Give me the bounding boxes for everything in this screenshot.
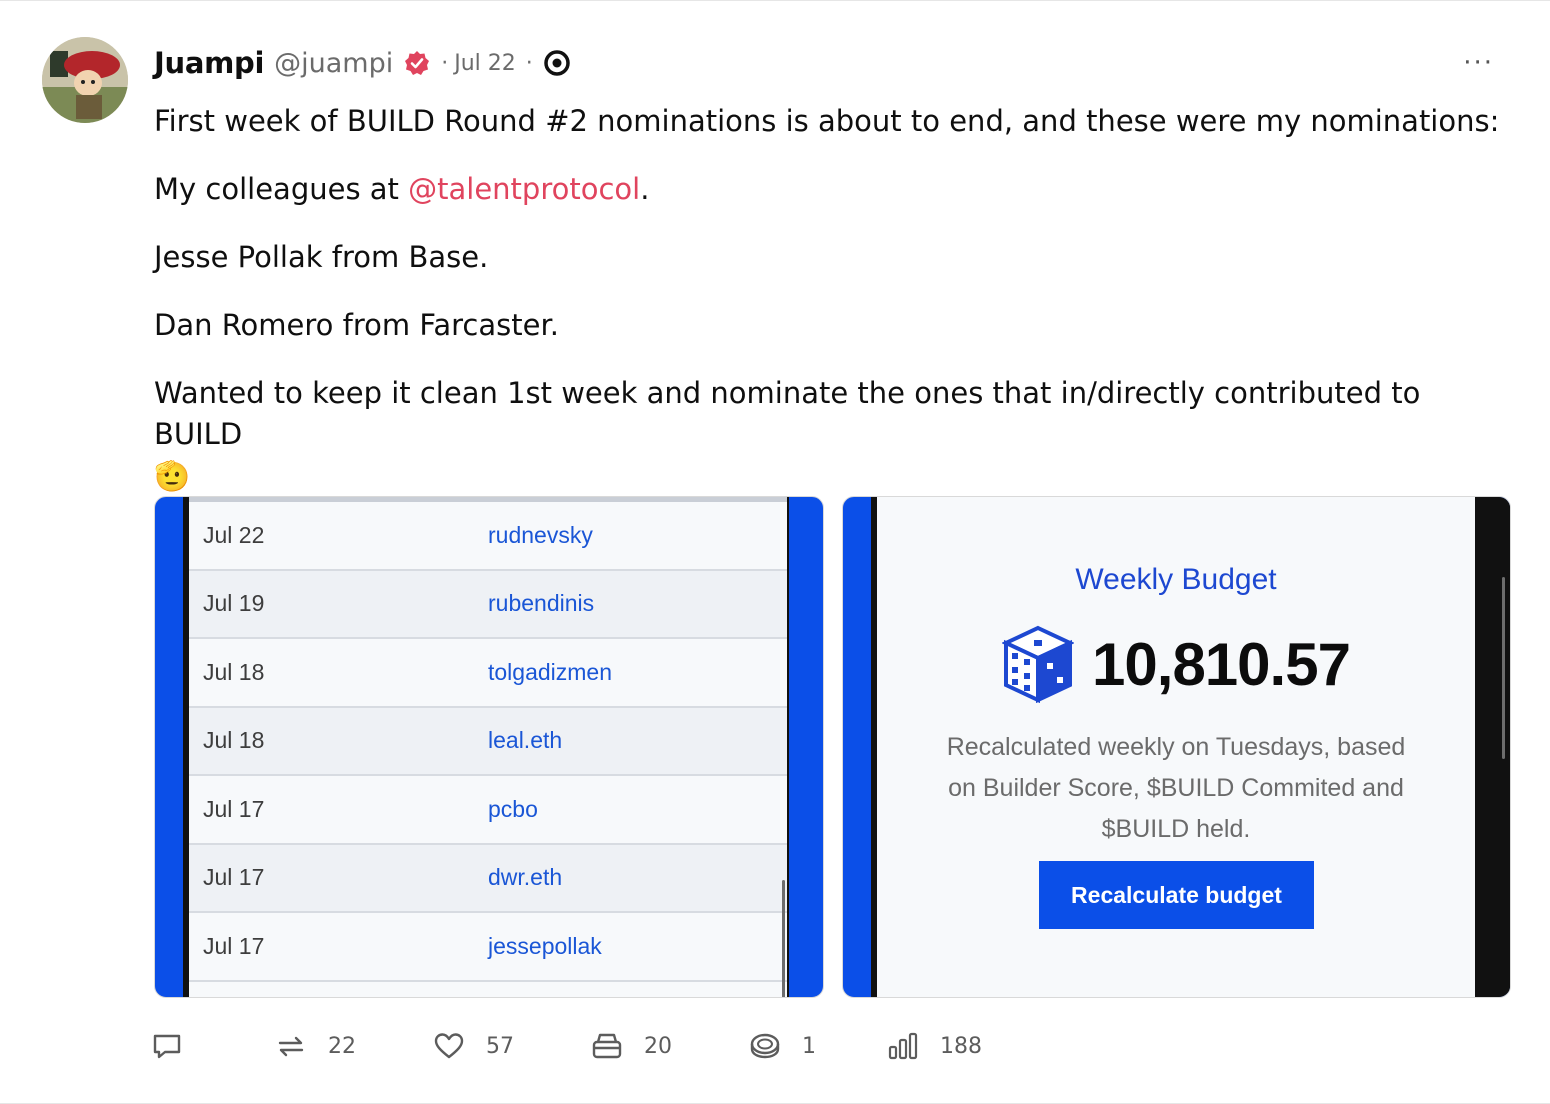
saluting-face-emoji: 🫡 (154, 459, 191, 493)
budget-amount-row: 10,810.57 (877, 625, 1475, 703)
budget-amount: 10,810.57 (1092, 630, 1351, 698)
paragraph-text: My colleagues at (154, 172, 409, 206)
row-user-link: pcbo (488, 795, 538, 822)
budget-card: Weekly Budget 10,810.57 Recalculated wee… (877, 497, 1475, 997)
paragraph: Dan Romero from Farcaster. (154, 308, 559, 342)
table-row: Jul 18 leal.eth (189, 707, 787, 776)
row-date: Jul 18 (203, 658, 265, 685)
recast-button[interactable]: 22 (274, 1026, 432, 1066)
tip-count: 1 (802, 1033, 816, 1059)
paragraph: Jesse Pollak from Base. (154, 240, 489, 274)
paragraph-colleagues: My colleagues at @talentprotocol. (154, 169, 1514, 210)
like-button[interactable]: 57 (432, 1026, 590, 1066)
comment-icon (153, 1034, 181, 1059)
budget-scrollbar (1502, 577, 1505, 759)
channel-icon[interactable] (543, 49, 571, 77)
row-date: Jul 17 (203, 795, 265, 822)
row-date: Jul 17 (203, 864, 265, 891)
table-row: Jul 17 pcbo (189, 776, 787, 845)
nominations-table: Jul 22 rudnevsky Jul 19 rubendinis Jul 1… (189, 497, 787, 997)
table-frame: Jul 22 rudnevsky Jul 19 rubendinis Jul 1… (183, 497, 789, 997)
avatar-image (42, 37, 128, 123)
row-date: Jul 19 (203, 590, 265, 617)
paragraph-text: . (640, 172, 650, 206)
budget-title: Weekly Budget (1075, 563, 1277, 596)
verified-badge-icon (403, 49, 431, 77)
budget-frame-edge (1479, 503, 1510, 993)
action-bar: 22 57 20 1 188 (150, 1026, 1006, 1066)
cast-body: First week of BUILD Round #2 nominations… (154, 101, 1514, 524)
author-avatar[interactable] (42, 37, 128, 123)
bar-chart-icon (888, 1032, 918, 1060)
table-row: Jul 18 tolgadizmen (189, 639, 787, 708)
coin-icon (750, 1033, 780, 1059)
row-user-link: rubendinis (488, 590, 595, 617)
row-date: Jul 18 (203, 727, 265, 754)
row-user-link: rudnevsky (488, 521, 593, 548)
recast-icon (278, 1036, 304, 1057)
table-row: Jul 17 jessepollak (189, 913, 787, 982)
table-row: Jul 22 rudnevsky (189, 502, 787, 571)
cast[interactable]: Juampi @juampi · Jul 22 · ··· First week… (0, 0, 1550, 1104)
cast-date[interactable]: Jul 22 (454, 51, 516, 76)
reply-button[interactable] (150, 1026, 274, 1066)
table-row: Jul 17 dwr.eth (189, 844, 787, 913)
budget-description: Recalculated weekly on Tuesdays, based o… (946, 733, 1406, 843)
dice-icon (1002, 625, 1075, 703)
header-separator: · (441, 50, 449, 76)
header-separator-2: · (525, 50, 533, 76)
row-user-link: dwr.eth (488, 864, 563, 891)
heart-icon (434, 1033, 464, 1059)
author-handle[interactable]: @juampi (274, 48, 393, 79)
row-user-link: leal.eth (488, 727, 563, 754)
row-user-link: jessepollak (488, 932, 602, 959)
recalculate-budget-button: Recalculate budget (1039, 861, 1314, 929)
paragraph: Wanted to keep it clean 1st week and nom… (154, 376, 1421, 451)
mention-link[interactable]: @talentprotocol (408, 172, 640, 206)
bookmark-count: 20 (644, 1033, 672, 1059)
views-button[interactable]: 188 (886, 1026, 1006, 1066)
budget-frame: Weekly Budget 10,810.57 Recalculated wee… (871, 497, 1510, 997)
row-date: Jul 22 (203, 521, 265, 548)
like-count: 57 (486, 1033, 514, 1059)
paragraph: First week of BUILD Round #2 nominations… (154, 104, 1500, 138)
author-display-name[interactable]: Juampi (154, 46, 264, 80)
row-user-link: tolgadizmen (488, 658, 613, 685)
media-image-weekly-budget[interactable]: Weekly Budget 10,810.57 Recalculated wee… (842, 496, 1511, 998)
row-date: Jul 17 (203, 932, 265, 959)
more-options-button[interactable]: ··· (1463, 50, 1494, 76)
recast-count: 22 (328, 1033, 356, 1059)
table-scrollbar (782, 880, 785, 997)
bookmark-button[interactable]: 20 (590, 1026, 748, 1066)
views-count: 188 (940, 1033, 982, 1059)
bookmark-icon (592, 1033, 622, 1059)
media-image-nominations[interactable]: Jul 22 rudnevsky Jul 19 rubendinis Jul 1… (154, 496, 824, 998)
cast-header: Juampi @juampi · Jul 22 · (154, 41, 571, 85)
tip-button[interactable]: 1 (748, 1026, 886, 1066)
table-row: Jul 19 rubendinis (189, 570, 787, 639)
